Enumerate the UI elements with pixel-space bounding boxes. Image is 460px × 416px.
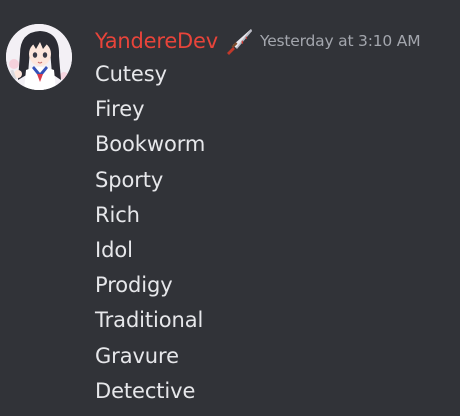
user-avatar[interactable] bbox=[6, 24, 72, 90]
message-line: Gravure bbox=[95, 343, 179, 368]
message-header: YandereDev Yesterday at 3:10 AM bbox=[95, 26, 421, 56]
message-line: Cutesy bbox=[95, 62, 167, 86]
message-line: Rich bbox=[95, 202, 140, 227]
chat-message: YandereDev Yesterday at 3:10 AM Cutesy F… bbox=[0, 0, 460, 416]
message-line: Traditional bbox=[95, 308, 204, 333]
message-line: Prodigy bbox=[95, 273, 173, 298]
message-line: Detective bbox=[95, 378, 196, 403]
message-line: Idol bbox=[95, 237, 133, 262]
message-line: Sporty bbox=[95, 167, 164, 192]
message-line: Bookworm bbox=[95, 132, 206, 157]
message-line: Firey bbox=[95, 97, 145, 122]
message-timestamp[interactable]: Yesterday at 3:10 AM bbox=[260, 32, 421, 50]
message-content: Cutesy Firey Bookworm Sporty Rich Idol P… bbox=[95, 57, 205, 409]
anime-girl-avatar-icon bbox=[6, 24, 72, 90]
author-name[interactable]: YandereDev bbox=[95, 29, 218, 53]
knife-icon[interactable] bbox=[224, 26, 254, 56]
